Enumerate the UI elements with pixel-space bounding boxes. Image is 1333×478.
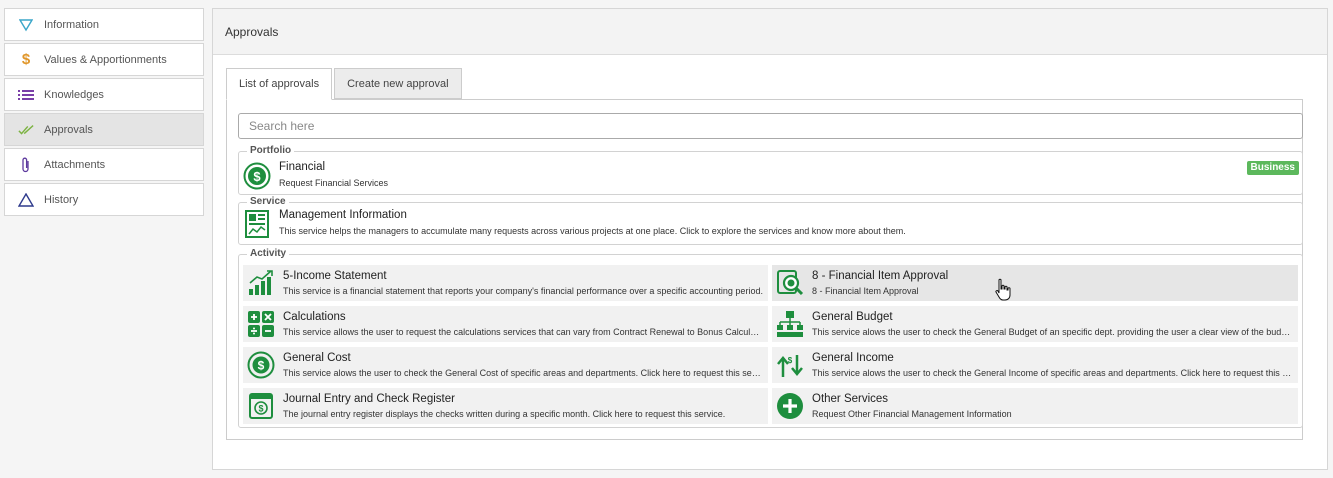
sidebar-item-values-apportionments[interactable]: $ Values & Apportionments bbox=[4, 43, 204, 76]
approvals-panel: Approvals List of approvals Create new a… bbox=[212, 8, 1328, 470]
plus-circle-icon bbox=[777, 393, 803, 419]
activity-group: Activity 5-Income Statement This service… bbox=[238, 248, 1303, 428]
activity-item-general-income[interactable]: $ General Income This service alows the … bbox=[772, 347, 1298, 383]
sidebar-item-knowledges[interactable]: Knowledges bbox=[4, 78, 204, 111]
portfolio-item-financial[interactable]: $ Financial Request Financial Services bbox=[243, 160, 388, 190]
tab-list-of-approvals[interactable]: List of approvals bbox=[226, 68, 333, 100]
service-description: This service helps the managers to accum… bbox=[279, 226, 906, 236]
activity-description: 8 - Financial Item Approval bbox=[812, 286, 919, 296]
group-label-portfolio: Portfolio bbox=[247, 145, 295, 157]
group-label-service: Service bbox=[247, 196, 289, 208]
activity-title: Other Services bbox=[812, 393, 889, 405]
status-badge: Business bbox=[1246, 161, 1299, 175]
paperclip-icon bbox=[18, 157, 34, 173]
triangle-icon bbox=[18, 192, 34, 208]
service-title: Management Information bbox=[279, 209, 407, 221]
hand-cursor-icon bbox=[995, 278, 1011, 301]
search-input[interactable] bbox=[238, 113, 1303, 139]
activity-title: 8 - Financial Item Approval bbox=[812, 270, 949, 282]
svg-text:$: $ bbox=[258, 359, 265, 373]
tab-bar: List of approvals Create new approval bbox=[226, 68, 462, 100]
activity-title: Calculations bbox=[283, 311, 346, 323]
tab-create-new-approval[interactable]: Create new approval bbox=[334, 68, 462, 99]
activity-item-calculations[interactable]: Calculations This service allows the use… bbox=[243, 306, 768, 342]
activity-description: Request Other Financial Management Infor… bbox=[812, 409, 1012, 419]
sidebar-item-label: Knowledges bbox=[44, 88, 104, 101]
activity-description: This service alows the user to check the… bbox=[812, 327, 1292, 337]
sidebar-item-label: Values & Apportionments bbox=[44, 53, 167, 66]
double-check-icon bbox=[18, 122, 34, 138]
activity-description: The journal entry register displays the … bbox=[283, 409, 726, 419]
activity-item-general-cost[interactable]: $ General Cost This service alows the us… bbox=[243, 347, 768, 383]
activity-item-other-services[interactable]: Other Services Request Other Financial M… bbox=[772, 388, 1298, 424]
sidebar: Information $ Values & Apportionments Kn… bbox=[4, 8, 204, 218]
activity-item-journal-entry[interactable]: $ Journal Entry and Check Register The j… bbox=[243, 388, 768, 424]
activity-item-income-statement[interactable]: 5-Income Statement This service is a fin… bbox=[243, 265, 768, 301]
sidebar-item-label: Approvals bbox=[44, 123, 93, 136]
activity-title: Journal Entry and Check Register bbox=[283, 393, 455, 405]
coin-icon: $ bbox=[247, 351, 275, 379]
activity-title: General Cost bbox=[283, 352, 351, 364]
sidebar-item-label: History bbox=[44, 193, 79, 206]
dollar-circle-icon: $ bbox=[243, 162, 271, 190]
approvals-content: Portfolio $ Financial Request Financial … bbox=[226, 99, 1303, 440]
activity-description: This service alows the user to check the… bbox=[812, 368, 1292, 378]
service-item-management-information[interactable]: Management Information This service help… bbox=[243, 208, 906, 238]
org-chart-icon bbox=[777, 311, 803, 337]
bar-chart-icon bbox=[249, 270, 273, 295]
svg-text:$: $ bbox=[258, 404, 263, 414]
svg-text:$: $ bbox=[788, 356, 793, 365]
portfolio-group: Portfolio $ Financial Request Financial … bbox=[238, 145, 1303, 195]
activity-item-financial-item-approval[interactable]: 8 - Financial Item Approval 8 - Financia… bbox=[772, 265, 1298, 301]
calculator-icon bbox=[248, 311, 274, 337]
filter-icon bbox=[18, 17, 34, 33]
income-arrows-icon: $ bbox=[777, 355, 803, 377]
sidebar-item-attachments[interactable]: Attachments bbox=[4, 148, 204, 181]
sidebar-item-label: Information bbox=[44, 18, 100, 31]
dashboard-icon bbox=[245, 210, 269, 238]
page-title: Approvals bbox=[213, 9, 1327, 55]
activity-title: 5-Income Statement bbox=[283, 270, 387, 282]
dollar-icon: $ bbox=[21, 51, 31, 68]
register-icon: $ bbox=[249, 393, 273, 419]
svg-text:$: $ bbox=[253, 169, 261, 184]
activity-description: This service allows the user to request … bbox=[283, 327, 763, 337]
portfolio-title: Financial bbox=[279, 161, 326, 173]
approval-search-icon bbox=[777, 270, 804, 296]
activity-title: General Budget bbox=[812, 311, 893, 323]
activity-description: This service alows the user to check the… bbox=[283, 368, 763, 378]
sidebar-item-information[interactable]: Information bbox=[4, 8, 204, 41]
sidebar-item-history[interactable]: History bbox=[4, 183, 204, 216]
group-label-activity: Activity bbox=[247, 248, 290, 260]
portfolio-description: Request Financial Services bbox=[279, 178, 389, 188]
activity-title: General Income bbox=[812, 352, 894, 364]
sidebar-item-label: Attachments bbox=[44, 158, 106, 171]
service-group: Service Management Information This serv… bbox=[238, 196, 1303, 245]
sidebar-item-approvals[interactable]: Approvals bbox=[4, 113, 204, 146]
activity-description: This service is a financial statement th… bbox=[283, 286, 763, 296]
activity-item-general-budget[interactable]: General Budget This service alows the us… bbox=[772, 306, 1298, 342]
list-icon bbox=[18, 87, 34, 103]
